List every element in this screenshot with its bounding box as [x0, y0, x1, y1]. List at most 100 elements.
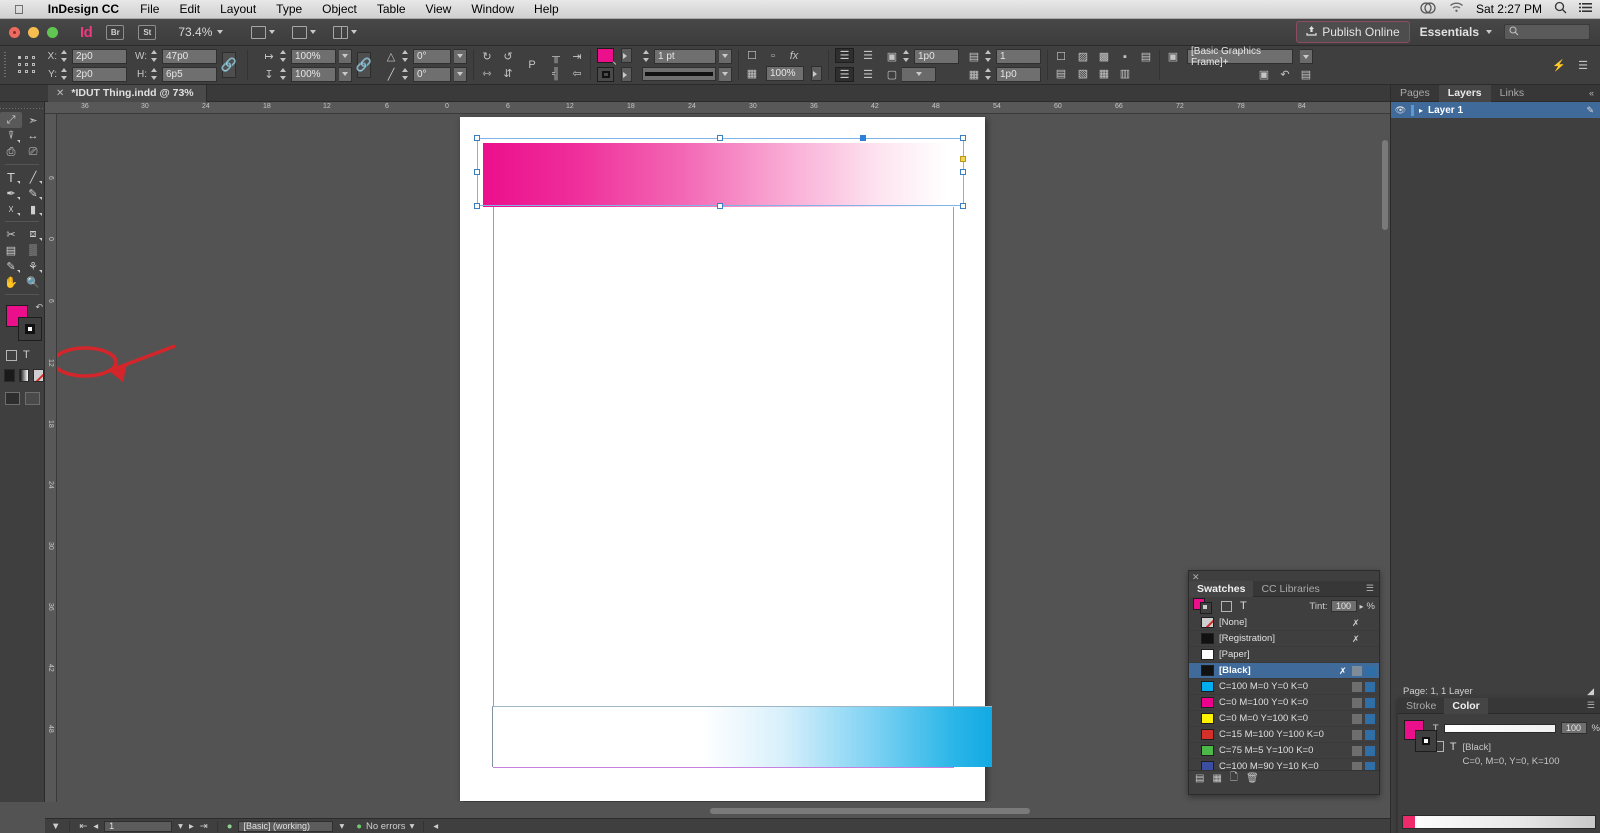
selection-handle-br[interactable] — [960, 203, 966, 209]
align-bottom-edges-icon[interactable]: ▥ — [1118, 67, 1132, 80]
corner-radius-stepper[interactable] — [902, 49, 911, 63]
bridge-button[interactable]: Br — [106, 24, 125, 40]
gutter-input[interactable]: 1p0 — [996, 66, 1041, 82]
tint-input[interactable]: 100 — [1330, 600, 1357, 612]
swatch-row[interactable]: [Black] ✗ — [1189, 663, 1379, 679]
notification-center-icon[interactable] — [1579, 2, 1592, 16]
swatch-row[interactable]: [Registration] ✗ — [1189, 631, 1379, 647]
fill-swatch-dropdown[interactable] — [621, 48, 632, 63]
corner-shape-dropdown[interactable] — [902, 66, 936, 82]
horizontal-scrollbar[interactable] — [330, 806, 1380, 816]
note-tool[interactable]: ✎ — [0, 258, 22, 274]
scroll-left-icon[interactable]: ◂ — [433, 821, 438, 832]
menu-object[interactable]: Object — [312, 2, 367, 16]
columns-input[interactable]: 1 — [996, 48, 1041, 64]
stroke-style-preview[interactable] — [642, 67, 716, 81]
menu-edit[interactable]: Edit — [169, 2, 210, 16]
rotate-counterclockwise-icon[interactable]: ↺ — [501, 50, 515, 63]
align-center-h-icon[interactable]: ▩ — [1097, 50, 1111, 63]
pencil-tool[interactable]: ✎ — [22, 185, 44, 201]
selection-handle-bc[interactable] — [717, 203, 723, 209]
scale-y-input[interactable]: 100% — [291, 66, 336, 82]
errors-dropdown-icon[interactable]: ▾ — [410, 821, 415, 832]
stock-button[interactable]: St — [138, 24, 157, 40]
tab-pages[interactable]: Pages — [1391, 85, 1439, 102]
align-bottom-icon[interactable]: ☰ — [835, 67, 854, 82]
gap-tool[interactable]: ↔ — [22, 128, 44, 144]
swatch-row[interactable]: C=100 M=0 Y=0 K=0 — [1189, 679, 1379, 695]
w-stepper[interactable] — [150, 49, 159, 63]
tab-stroke[interactable]: Stroke — [1398, 698, 1444, 714]
transparency-icon[interactable]: ▦ — [745, 67, 759, 80]
stroke-swatch-dropdown[interactable] — [621, 67, 632, 82]
vertical-scrollbar[interactable] — [1380, 120, 1390, 780]
panel-menu-icon[interactable]: ☰ — [1366, 583, 1379, 594]
swatch-row[interactable]: C=0 M=100 Y=0 K=0 — [1189, 695, 1379, 711]
layer-name[interactable]: Layer 1 — [1428, 105, 1463, 116]
formatting-affects-text-icon[interactable]: T — [23, 349, 30, 361]
align-right-icon[interactable]: ▪ — [1118, 50, 1132, 63]
menu-layout[interactable]: Layout — [210, 2, 266, 16]
gradient-swatch-tool[interactable]: ▤ — [0, 242, 22, 258]
fill-color-swatch[interactable] — [597, 48, 614, 63]
flip-horizontal-icon[interactable]: ⇿ — [480, 67, 494, 80]
opacity-dropdown[interactable] — [811, 66, 822, 81]
swatch-row[interactable]: C=100 M=90 Y=10 K=0 — [1189, 759, 1379, 770]
scale-y-stepper[interactable] — [279, 67, 288, 81]
line-tool[interactable]: ╱ — [22, 169, 44, 185]
preflight-profile-select[interactable]: [Basic] (working) — [238, 820, 334, 832]
rotate-clockwise-icon[interactable]: ↻ — [480, 50, 494, 63]
normal-view-mode-icon[interactable] — [5, 392, 20, 405]
arrange-documents-button[interactable] — [333, 25, 358, 39]
select-previous-icon[interactable]: ▤ — [1299, 68, 1313, 81]
fx-effects-icon[interactable]: fx — [787, 49, 801, 62]
zoom-window-button[interactable] — [47, 26, 58, 38]
swatch-row[interactable]: C=75 M=5 Y=100 K=0 — [1189, 743, 1379, 759]
menu-app-name[interactable]: InDesign CC — [37, 2, 130, 16]
menu-type[interactable]: Type — [266, 2, 312, 16]
swatch-row[interactable]: [Paper] — [1189, 647, 1379, 663]
object-style-caret[interactable] — [1300, 49, 1313, 64]
x-stepper[interactable] — [60, 49, 69, 63]
tool-stroke-swatch[interactable] — [18, 317, 42, 341]
constrain-proportions-wh-button[interactable]: 🔗 — [221, 52, 237, 78]
last-page-icon[interactable]: ⇥ — [200, 821, 208, 832]
stroke-color-swatch[interactable] — [597, 67, 614, 82]
apple-icon[interactable]:  — [0, 3, 37, 16]
zoom-tool[interactable]: 🔍 — [22, 274, 44, 290]
align-top-edges-icon[interactable]: ▧ — [1076, 67, 1090, 80]
vertical-ruler[interactable]: 60 6 12 18 24 30 36 42 48 — [45, 114, 57, 802]
quick-apply-icon[interactable]: ⚡ — [1552, 59, 1566, 72]
wifi-icon[interactable] — [1449, 2, 1464, 16]
magenta-gradient-frame[interactable] — [483, 143, 966, 207]
rotation-dropdown[interactable] — [454, 48, 467, 64]
swap-fill-stroke-icon[interactable]: ↶ — [35, 302, 43, 313]
scale-x-stepper[interactable] — [279, 49, 288, 63]
edit-pencil-icon[interactable]: ✎ — [1586, 105, 1600, 116]
shear-dropdown[interactable] — [454, 66, 467, 82]
view-options-button[interactable] — [292, 25, 317, 39]
stroke-weight-stepper[interactable] — [642, 49, 651, 63]
hand-tool[interactable]: ✋ — [0, 274, 22, 290]
formatting-affects-text-icon[interactable]: T — [1450, 741, 1457, 753]
rectangle-tool[interactable]: ▮ — [22, 201, 44, 217]
color-spectrum-ramp[interactable] — [1402, 815, 1596, 829]
next-page-icon[interactable]: ▸ — [189, 821, 194, 832]
y-input[interactable]: 2p0 — [72, 66, 127, 82]
apply-gradient-icon[interactable] — [18, 369, 30, 382]
first-page-icon[interactable]: ⇤ — [79, 821, 87, 832]
y-stepper[interactable] — [60, 67, 69, 81]
stroke-weight-input[interactable]: 1 pt — [654, 48, 716, 64]
scissors-tool[interactable]: ✂ — [0, 226, 22, 242]
corner-options-icon[interactable]: ▣ — [885, 50, 899, 63]
shear-stepper[interactable] — [401, 67, 410, 81]
reference-point-proxy[interactable] — [17, 55, 37, 75]
chevron-right-icon[interactable]: ▸ — [1419, 106, 1423, 115]
content-collector-tool[interactable]: ⎙ — [0, 144, 22, 160]
text-wrap-icon[interactable]: ☐ — [745, 49, 759, 62]
distribute-bottom-icon[interactable]: ╣ — [549, 67, 563, 80]
collapse-dock-icon[interactable]: « — [1589, 88, 1600, 98]
publish-online-button[interactable]: Publish Online — [1296, 21, 1410, 43]
corner-options-handle[interactable] — [960, 156, 966, 162]
eyedropper-tool[interactable]: ⚘ — [22, 258, 44, 274]
